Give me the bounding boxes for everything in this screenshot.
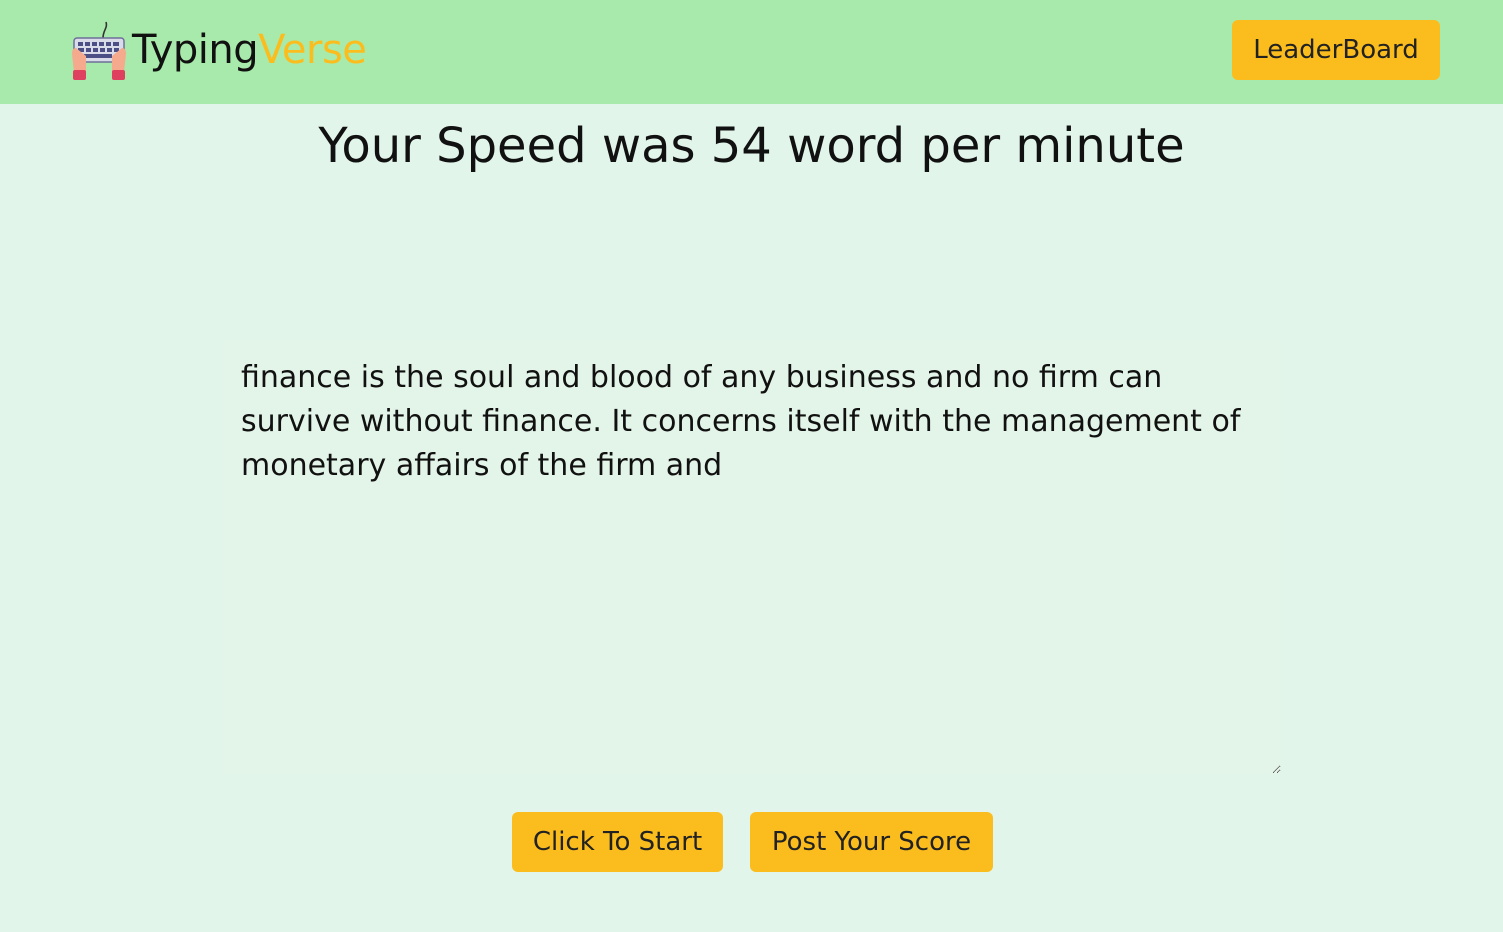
keyboard-hands-icon — [72, 21, 126, 80]
brand-name-part1: Typing — [132, 27, 259, 73]
brand-name: TypingVerse — [132, 27, 367, 73]
navbar: TypingVerse LeaderBoard — [0, 0, 1503, 104]
brand[interactable]: TypingVerse — [70, 18, 367, 82]
leaderboard-button[interactable]: LeaderBoard — [1232, 20, 1440, 80]
speed-result-heading: Your Speed was 54 word per minute — [318, 118, 1185, 174]
click-to-start-button[interactable]: Click To Start — [512, 812, 723, 872]
post-score-button[interactable]: Post Your Score — [750, 812, 993, 872]
typing-textarea[interactable]: finance is the soul and blood of any bus… — [223, 340, 1281, 774]
brand-name-part2: Verse — [258, 27, 367, 73]
